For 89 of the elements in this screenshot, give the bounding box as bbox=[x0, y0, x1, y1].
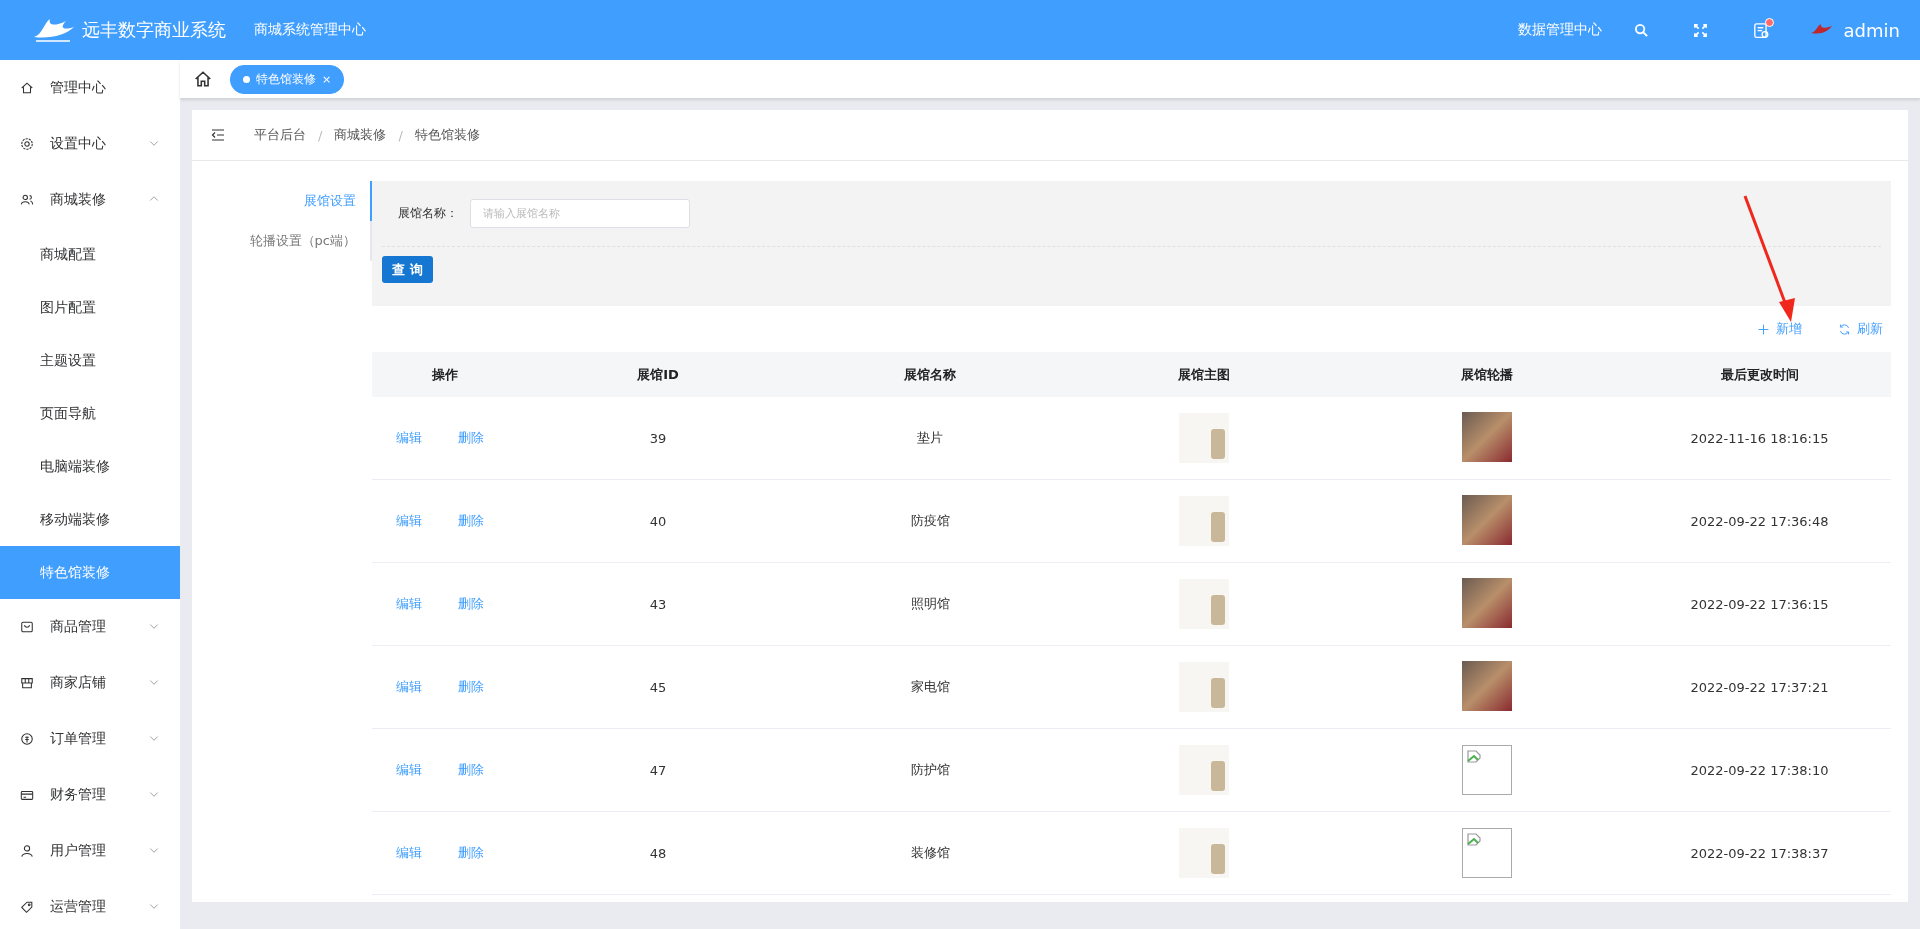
table-cell: 照明馆 bbox=[798, 562, 1062, 646]
sidebar-subitem[interactable]: 页面导航 bbox=[0, 387, 180, 440]
table-cell: 防护馆 bbox=[798, 728, 1062, 812]
table-cell: 45 bbox=[518, 645, 798, 729]
field-label: 展馆名称： bbox=[398, 205, 458, 222]
edit-link[interactable]: 编辑 bbox=[396, 512, 422, 530]
sidebar-subitem[interactable]: 特色馆装修 bbox=[0, 546, 180, 599]
sidebar-item[interactable]: 商城装修 bbox=[0, 172, 180, 228]
username[interactable]: admin bbox=[1843, 19, 1900, 41]
clipboard-icon bbox=[1751, 21, 1770, 39]
sidebar-item[interactable]: 设置中心 bbox=[0, 116, 180, 172]
photo-placeholder bbox=[1179, 828, 1229, 878]
home-icon bbox=[194, 70, 212, 88]
query-button[interactable]: 查 询 bbox=[382, 256, 433, 283]
page-tab[interactable]: 特色馆装修 × bbox=[230, 64, 345, 94]
table-cell: 2022-09-22 17:36:15 bbox=[1628, 562, 1891, 646]
sidebar-item[interactable]: 订单管理 bbox=[0, 711, 180, 767]
table-cell: 2022-09-22 17:38:37 bbox=[1628, 811, 1891, 895]
table-cell: 40 bbox=[518, 479, 798, 563]
column-header: 操作 bbox=[372, 352, 518, 397]
sidebar-subitem[interactable]: 图片配置 bbox=[0, 281, 180, 334]
close-tab-button[interactable]: × bbox=[322, 72, 332, 86]
edit-link[interactable]: 编辑 bbox=[396, 595, 422, 613]
table-cell: 47 bbox=[518, 728, 798, 812]
hall-name-input[interactable]: 请输入展馆名称 bbox=[470, 199, 690, 228]
table-cell: 防疫馆 bbox=[798, 479, 1062, 563]
edit-link[interactable]: 编辑 bbox=[396, 844, 422, 862]
brand-name: 远丰数字商业系统 bbox=[82, 18, 226, 42]
plus-icon bbox=[1757, 322, 1770, 336]
broken-image-icon bbox=[1466, 749, 1482, 765]
delete-link[interactable]: 删除 bbox=[458, 595, 484, 613]
photo-placeholder bbox=[1179, 745, 1229, 795]
table-cell: 2022-11-16 18:16:15 bbox=[1628, 397, 1891, 480]
table-cell: 39 bbox=[518, 397, 798, 480]
dot-icon bbox=[243, 75, 250, 83]
table-cell: 2022-09-22 17:38:10 bbox=[1628, 728, 1891, 812]
column-header: 展馆名称 bbox=[798, 352, 1062, 397]
sidebar-subitem[interactable]: 商城配置 bbox=[0, 228, 180, 281]
column-header: 最后更改时间 bbox=[1628, 352, 1891, 397]
table-cell: 家电馆 bbox=[798, 645, 1062, 729]
sidebar-item[interactable]: 商家店铺 bbox=[0, 655, 180, 711]
broken-image-icon bbox=[1466, 832, 1482, 848]
fullscreen-icon bbox=[1692, 22, 1708, 38]
breadcrumb-item[interactable]: 平台后台 bbox=[254, 126, 306, 144]
table-cell: 2022-09-22 17:36:48 bbox=[1628, 479, 1891, 563]
data-center-link[interactable]: 数据管理中心 bbox=[1517, 21, 1602, 39]
photo-placeholder bbox=[1179, 579, 1229, 629]
delete-link[interactable]: 删除 bbox=[458, 844, 484, 862]
table-cell: 43 bbox=[518, 562, 798, 646]
photo-placeholder bbox=[1462, 577, 1512, 628]
delete-link[interactable]: 删除 bbox=[458, 512, 484, 530]
edit-link[interactable]: 编辑 bbox=[396, 429, 422, 447]
refresh-icon bbox=[1838, 322, 1851, 336]
photo-placeholder bbox=[1462, 411, 1512, 462]
column-header: 展馆主图 bbox=[1062, 352, 1346, 397]
search-icon bbox=[1633, 22, 1649, 38]
refresh-button[interactable]: 刷新 bbox=[1838, 320, 1883, 338]
sidebar-item[interactable]: 财务管理 bbox=[0, 767, 180, 823]
breadcrumb-separator: / bbox=[318, 127, 323, 143]
photo-placeholder bbox=[1462, 494, 1512, 545]
breadcrumb-item[interactable]: 商城装修 bbox=[334, 126, 387, 144]
column-header: 展馆ID bbox=[518, 352, 798, 397]
delete-link[interactable]: 删除 bbox=[458, 429, 484, 447]
table-cell: 垫片 bbox=[798, 397, 1062, 480]
sidebar-item[interactable]: 用户管理 bbox=[0, 823, 180, 879]
breadcrumb-item: 特色馆装修 bbox=[414, 126, 480, 144]
table-cell: 48 bbox=[518, 811, 798, 895]
delete-link[interactable]: 删除 bbox=[458, 761, 484, 779]
system-title: 商城系统管理中心 bbox=[254, 21, 366, 39]
photo-placeholder bbox=[1179, 413, 1229, 463]
sidebar-item[interactable]: 商品管理 bbox=[0, 599, 180, 655]
breadcrumb-separator: / bbox=[398, 127, 403, 143]
photo-placeholder bbox=[1179, 662, 1229, 712]
edit-link[interactable]: 编辑 bbox=[396, 761, 422, 779]
sidebar-item[interactable]: 运营管理 bbox=[0, 879, 180, 929]
table-cell: 2022-09-22 17:37:21 bbox=[1628, 645, 1891, 729]
sidebar-item[interactable]: 管理中心 bbox=[0, 60, 180, 116]
delete-link[interactable]: 删除 bbox=[458, 678, 484, 696]
avatar-logo-icon bbox=[1809, 23, 1834, 37]
add-button[interactable]: 新增 bbox=[1757, 320, 1802, 338]
edit-link[interactable]: 编辑 bbox=[396, 678, 422, 696]
sidebar-subitem[interactable]: 电脑端装修 bbox=[0, 440, 180, 493]
sidebar-subitem[interactable]: 移动端装修 bbox=[0, 493, 180, 546]
photo-placeholder bbox=[1179, 496, 1229, 546]
column-header: 展馆轮播 bbox=[1346, 352, 1628, 397]
sidebar-subitem[interactable]: 主题设置 bbox=[0, 334, 180, 387]
photo-placeholder bbox=[1462, 660, 1512, 711]
table-cell: 装修馆 bbox=[798, 811, 1062, 895]
menu-fold-icon bbox=[210, 127, 226, 143]
